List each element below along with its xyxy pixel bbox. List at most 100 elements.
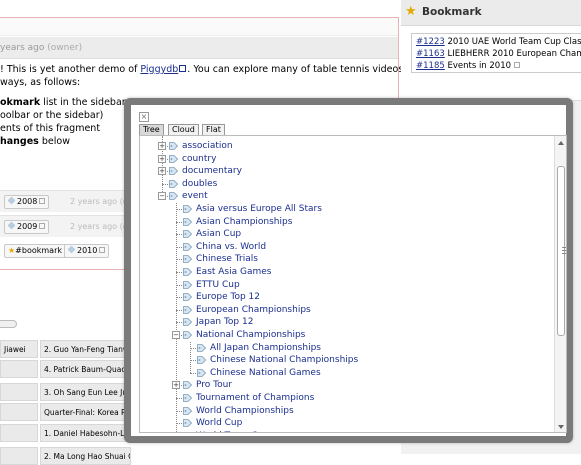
tree-node[interactable]: China vs. World <box>183 241 266 253</box>
collapse-icon[interactable]: − <box>172 331 180 339</box>
table-cell[interactable]: 4. Patrick Baum-Quadri Ar <box>40 360 131 378</box>
table-cell[interactable]: 2. Ma Long Hao Shuai Chen Kazuhiro Takeo… <box>40 447 131 465</box>
tree-node[interactable]: event <box>169 190 208 202</box>
tag-tree-panel: + association + country + documentary doubles −… <box>139 135 567 433</box>
tree-node-label[interactable]: World Cup <box>196 418 242 428</box>
tree-node[interactable]: European Championships <box>183 304 311 316</box>
tree-node[interactable]: Chinese National Games <box>197 367 321 379</box>
remove-tag-icon[interactable] <box>39 198 46 204</box>
tag-icon <box>183 381 192 390</box>
grip-line <box>562 250 566 251</box>
tag-icon <box>183 230 192 239</box>
expand-icon[interactable]: + <box>172 381 180 390</box>
tag-2009[interactable]: 2009 <box>4 220 50 234</box>
expand-icon[interactable]: + <box>158 167 166 176</box>
table-cell[interactable]: 3. Oh Sang Eun Lee Jung <box>40 383 131 401</box>
expand-icon[interactable]: + <box>158 154 166 163</box>
tag-icon <box>183 280 192 289</box>
tag-icon <box>183 205 192 213</box>
tree-node[interactable]: Japan Top 12 <box>183 316 253 328</box>
tree-node-label[interactable]: Japan Top 12 <box>196 317 253 327</box>
tree-node-label[interactable]: Tournament of Champions <box>196 393 314 403</box>
tree-node[interactable]: Pro Tour <box>183 379 232 391</box>
tag-2010[interactable]: 2010 <box>64 244 110 258</box>
toggle-pill[interactable] <box>0 320 17 328</box>
tree-node-label[interactable]: Asia versus Europe All Stars <box>196 204 322 214</box>
tree-node-label[interactable]: Asian Cup <box>196 229 241 239</box>
remove-bookmark-icon[interactable] <box>514 62 521 68</box>
tag-icon <box>183 293 192 302</box>
body-line-5: ents of this fragment <box>0 123 101 134</box>
expand-icon[interactable]: + <box>158 142 166 150</box>
tree-node[interactable]: documentary <box>169 165 242 177</box>
tag-icon <box>183 419 192 428</box>
tree-node[interactable]: country <box>169 153 216 165</box>
bookmark-header: ★ Bookmark <box>401 0 581 26</box>
tree-node[interactable]: Chinese Trials <box>183 253 258 265</box>
tag-icon <box>169 192 178 201</box>
tag-icon <box>169 154 178 163</box>
bookmark-id-link[interactable]: #1163 <box>416 49 445 59</box>
tree-node-label[interactable]: doubles <box>182 179 217 189</box>
tag-icon <box>183 242 192 251</box>
tag-icon <box>169 179 178 188</box>
tree-node-label[interactable]: World Team C... <box>196 431 266 432</box>
tree-node-label[interactable]: country <box>182 154 216 164</box>
intro-text: ! This is yet another demo of <box>0 64 141 75</box>
collapse-icon[interactable]: − <box>158 192 166 201</box>
tree-node[interactable]: doubles <box>169 178 217 190</box>
tree-node[interactable]: Tournament of Champions <box>183 392 314 404</box>
tree-node[interactable]: National Championships <box>183 329 305 341</box>
tree-node[interactable]: All Japan Championships <box>197 342 321 354</box>
tree-node-label[interactable]: All Japan Championships <box>210 343 321 353</box>
body-line-6: below <box>38 136 70 147</box>
bookmark-id-link[interactable]: #1185 <box>416 61 445 71</box>
tree-node-label[interactable]: National Championships <box>196 330 305 340</box>
tree-node-label[interactable]: Chinese National Championships <box>210 355 358 365</box>
tree-guide-line <box>190 341 191 374</box>
tree-node[interactable]: ETTU Cup <box>183 279 240 291</box>
tree-node[interactable]: East Asia Games <box>183 266 272 278</box>
star-icon: ★ <box>405 4 417 19</box>
scrollbar-thumb[interactable] <box>557 166 566 336</box>
tree-node-label[interactable]: documentary <box>182 166 242 176</box>
table-cell[interactable]: 1. Daniel Habesohn-Li Ch <box>40 424 131 442</box>
tree-node[interactable]: Chinese National Championships <box>197 354 358 366</box>
bookmark-id-link[interactable]: #1223 <box>416 37 445 47</box>
body-line-4: oolbar or the sidebar) <box>0 110 104 121</box>
tree-node-label[interactable]: European Championships <box>196 305 311 315</box>
close-icon[interactable]: × <box>139 112 149 122</box>
tree-node[interactable]: Asian Cup <box>183 228 241 240</box>
table-cell[interactable]: 2. Guo Yan-Feng Tianwei <box>40 340 131 358</box>
tree-node[interactable]: Asian Championships <box>183 216 292 228</box>
tree-node-label[interactable]: Pro Tour <box>196 380 232 390</box>
remove-tag-icon[interactable] <box>99 247 106 253</box>
tag-2008[interactable]: 2008 <box>4 195 50 209</box>
tree-node-label[interactable]: event <box>182 191 208 201</box>
scroll-up-icon[interactable] <box>558 141 564 145</box>
tree-node[interactable]: World Cup <box>183 417 242 429</box>
tree-node[interactable]: Europe Top 12 <box>183 291 260 303</box>
bookmark-title: Bookmark <box>422 6 482 18</box>
tree-node-label[interactable]: Chinese Trials <box>196 254 258 264</box>
tree-node[interactable]: association <box>169 140 233 152</box>
tree-node-label[interactable]: Europe Top 12 <box>196 292 260 302</box>
tree-node-label[interactable]: ETTU Cup <box>196 280 240 290</box>
remove-tag-icon[interactable] <box>39 223 46 229</box>
table-cell[interactable]: Quarter-Final: Korea Rep <box>40 403 131 421</box>
table-cell: Jiawei <box>0 340 38 358</box>
tree-node-label[interactable]: East Asia Games <box>196 267 272 277</box>
tree-node-label[interactable]: Chinese National Games <box>210 368 321 378</box>
tree-node-label[interactable]: World Championships <box>196 406 294 416</box>
scroll-down-icon[interactable] <box>558 425 564 429</box>
piggydb-link[interactable]: Piggydb <box>140 64 178 75</box>
tree-node[interactable]: World Team C... <box>183 430 266 432</box>
tree-node-label[interactable]: China vs. World <box>196 242 266 252</box>
vertical-scrollbar[interactable] <box>554 136 566 432</box>
tree-node-label[interactable]: Asian Championships <box>196 217 292 227</box>
list-item: #1163 LIEBHERR 2010 European Champ <box>416 48 581 60</box>
tree-node[interactable]: World Championships <box>183 405 294 417</box>
tree-node[interactable]: Asia versus Europe All Stars <box>183 203 322 215</box>
tree-node-label[interactable]: association <box>182 141 233 151</box>
fragment-meta: years ago (owner) <box>0 37 398 59</box>
